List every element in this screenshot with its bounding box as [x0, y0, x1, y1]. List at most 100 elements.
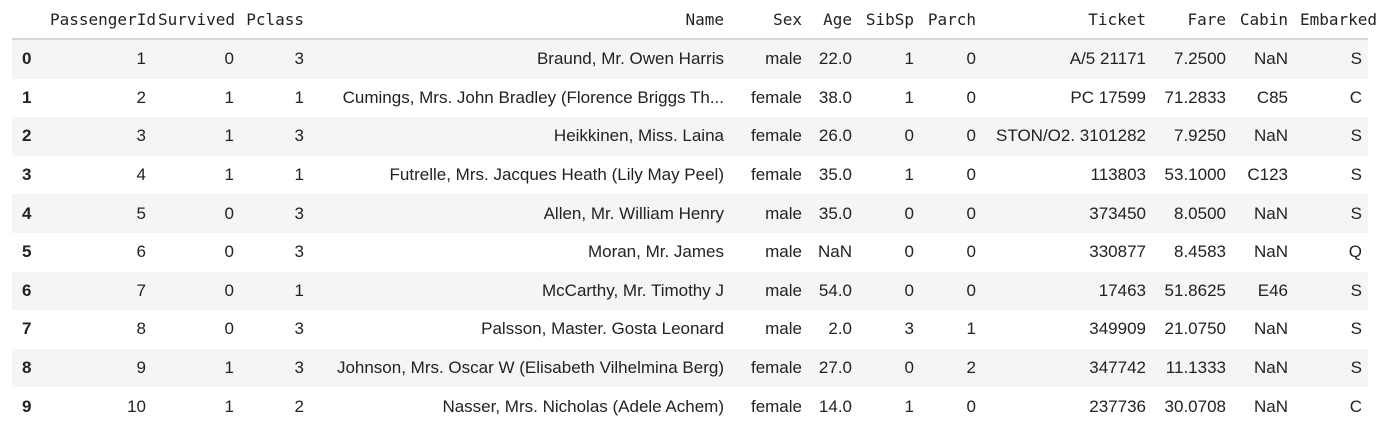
cell-fare: 7.2500 — [1174, 49, 1226, 69]
cell-pclass: 3 — [294, 49, 304, 69]
cell-survived: 0 — [224, 242, 234, 262]
table-body: 0 1 0 3 Braund, Mr. Owen Harris male 22.0 1 0 A/5… — [12, 39, 1368, 426]
cell-passengerid: 2 — [136, 87, 146, 107]
cell-survived: 1 — [224, 126, 234, 146]
cell-pclass: 2 — [294, 396, 304, 416]
cell-survived: 0 — [224, 203, 234, 223]
cell-ticket: 17463 — [1098, 280, 1146, 300]
row-index: 6 — [22, 280, 32, 300]
cell-cabin: NaN — [1253, 126, 1288, 146]
cell-fare: 51.8625 — [1164, 280, 1226, 300]
cell-pclass: 1 — [294, 87, 304, 107]
cell-parch: 2 — [966, 358, 976, 378]
cell-embarked: S — [1350, 126, 1362, 146]
cell-pclass: 3 — [294, 126, 304, 146]
row-index: 3 — [22, 165, 32, 185]
cell-sex: male — [765, 319, 802, 339]
cell-age: 26.0 — [818, 126, 852, 146]
cell-parch: 0 — [966, 87, 976, 107]
table-row: 6 7 0 1 McCarthy, Mr. Timothy J male 54.0 0 0 174… — [12, 271, 1368, 311]
row-index: 8 — [22, 358, 32, 378]
cell-pclass: 3 — [294, 242, 304, 262]
cell-parch: 1 — [966, 319, 976, 339]
cell-sibsp: 1 — [904, 165, 914, 185]
cell-age: 35.0 — [818, 203, 852, 223]
cell-ticket: 349909 — [1089, 319, 1146, 339]
table-row: 2 3 1 3 Heikkinen, Miss. Laina female 26.0 0 0 ST… — [12, 117, 1368, 156]
cell-sex: female — [750, 126, 802, 146]
cell-age: NaN — [817, 242, 852, 262]
dataframe-table: PassengerId Survived Pclass Name Sex Age… — [12, 0, 1376, 426]
cell-fare: 11.1333 — [1165, 358, 1226, 378]
cell-cabin: NaN — [1253, 49, 1288, 69]
cell-sibsp: 1 — [904, 49, 914, 69]
cell-sex: male — [765, 242, 802, 262]
cell-cabin: E46 — [1257, 280, 1288, 300]
cell-ticket: A/5 21171 — [1069, 49, 1146, 69]
cell-cabin: NaN — [1253, 203, 1288, 223]
table-row: 7 8 0 3 Palsson, Master. Gosta Leonard male 2.… — [12, 310, 1368, 349]
cell-fare: 8.0500 — [1174, 203, 1226, 223]
cell-ticket: PC 17599 — [1070, 87, 1146, 107]
cell-embarked: S — [1350, 319, 1362, 339]
column-header-passengerid: PassengerId — [44, 0, 156, 40]
cell-sex: male — [765, 203, 802, 223]
cell-pclass: 1 — [294, 165, 304, 185]
cell-sibsp: 0 — [904, 126, 914, 146]
column-header-name: Name — [310, 0, 730, 40]
row-index: 4 — [22, 203, 32, 223]
cell-ticket: 237736 — [1089, 396, 1146, 416]
column-header-survived: Survived — [152, 0, 240, 40]
cell-survived: 1 — [224, 87, 234, 107]
cell-sibsp: 0 — [904, 242, 914, 262]
cell-fare: 21.0750 — [1164, 319, 1226, 339]
cell-sibsp: 0 — [904, 203, 914, 223]
cell-ticket: 330877 — [1089, 242, 1146, 262]
cell-name: Johnson, Mrs. Oscar W (Elisabeth Vilhelm… — [336, 358, 724, 378]
cell-parch: 0 — [966, 203, 976, 223]
cell-cabin: NaN — [1253, 358, 1288, 378]
cell-age: 14.0 — [818, 396, 852, 416]
column-header-sex: Sex — [730, 0, 808, 40]
column-header-age: Age — [808, 0, 858, 40]
column-header-ticket: Ticket — [982, 0, 1152, 40]
cell-fare: 8.4583 — [1174, 242, 1226, 262]
cell-name: Palsson, Master. Gosta Leonard — [481, 319, 724, 339]
cell-name: Allen, Mr. William Henry — [543, 203, 724, 223]
dataframe-output: PassengerId Survived Pclass Name Sex Age… — [12, 0, 1376, 426]
table-header: PassengerId Survived Pclass Name Sex Age… — [12, 0, 1376, 40]
cell-embarked: Q — [1348, 242, 1362, 262]
cell-ticket: 347742 — [1089, 358, 1146, 378]
row-index: 7 — [22, 319, 32, 339]
row-index: 9 — [22, 396, 32, 416]
cell-parch: 0 — [966, 165, 976, 185]
cell-parch: 0 — [966, 49, 976, 69]
table-row: 5 6 0 3 Moran, Mr. James male NaN 0 0 330877 8.458… — [12, 232, 1368, 272]
cell-parch: 0 — [966, 396, 976, 416]
cell-sex: female — [750, 87, 802, 107]
cell-ticket: STON/O2. 3101282 — [996, 126, 1146, 146]
table-row: 3 4 1 1 Futrelle, Mrs. Jacques Heath (Lily M… — [12, 155, 1368, 195]
cell-passengerid: 5 — [136, 203, 146, 223]
cell-embarked: S — [1350, 49, 1362, 69]
cell-name: Heikkinen, Miss. Laina — [553, 126, 724, 146]
cell-name: Futrelle, Mrs. Jacques Heath (Lily May P… — [389, 165, 724, 185]
cell-fare: 7.9250 — [1174, 126, 1226, 146]
cell-embarked: S — [1350, 358, 1362, 378]
cell-name: McCarthy, Mr. Timothy J — [542, 280, 724, 300]
cell-pclass: 3 — [294, 203, 304, 223]
cell-passengerid: 8 — [136, 319, 146, 339]
cell-sibsp: 1 — [904, 396, 914, 416]
cell-embarked: C — [1349, 87, 1362, 107]
column-header-sibsp: SibSp — [858, 0, 920, 40]
table-row: 0 1 0 3 Braund, Mr. Owen Harris male 22.0 1 0 A/5… — [12, 39, 1368, 79]
cell-cabin: C85 — [1256, 87, 1288, 107]
cell-embarked: S — [1350, 165, 1362, 185]
column-header-cabin: Cabin — [1232, 0, 1294, 40]
cell-sex: male — [765, 280, 802, 300]
cell-embarked: S — [1350, 203, 1362, 223]
cell-survived: 1 — [224, 358, 234, 378]
cell-passengerid: 7 — [136, 280, 146, 300]
cell-passengerid: 9 — [136, 358, 146, 378]
table-row: 4 5 0 3 Allen, Mr. William Henry male 35.0 0 0 37… — [12, 194, 1368, 233]
